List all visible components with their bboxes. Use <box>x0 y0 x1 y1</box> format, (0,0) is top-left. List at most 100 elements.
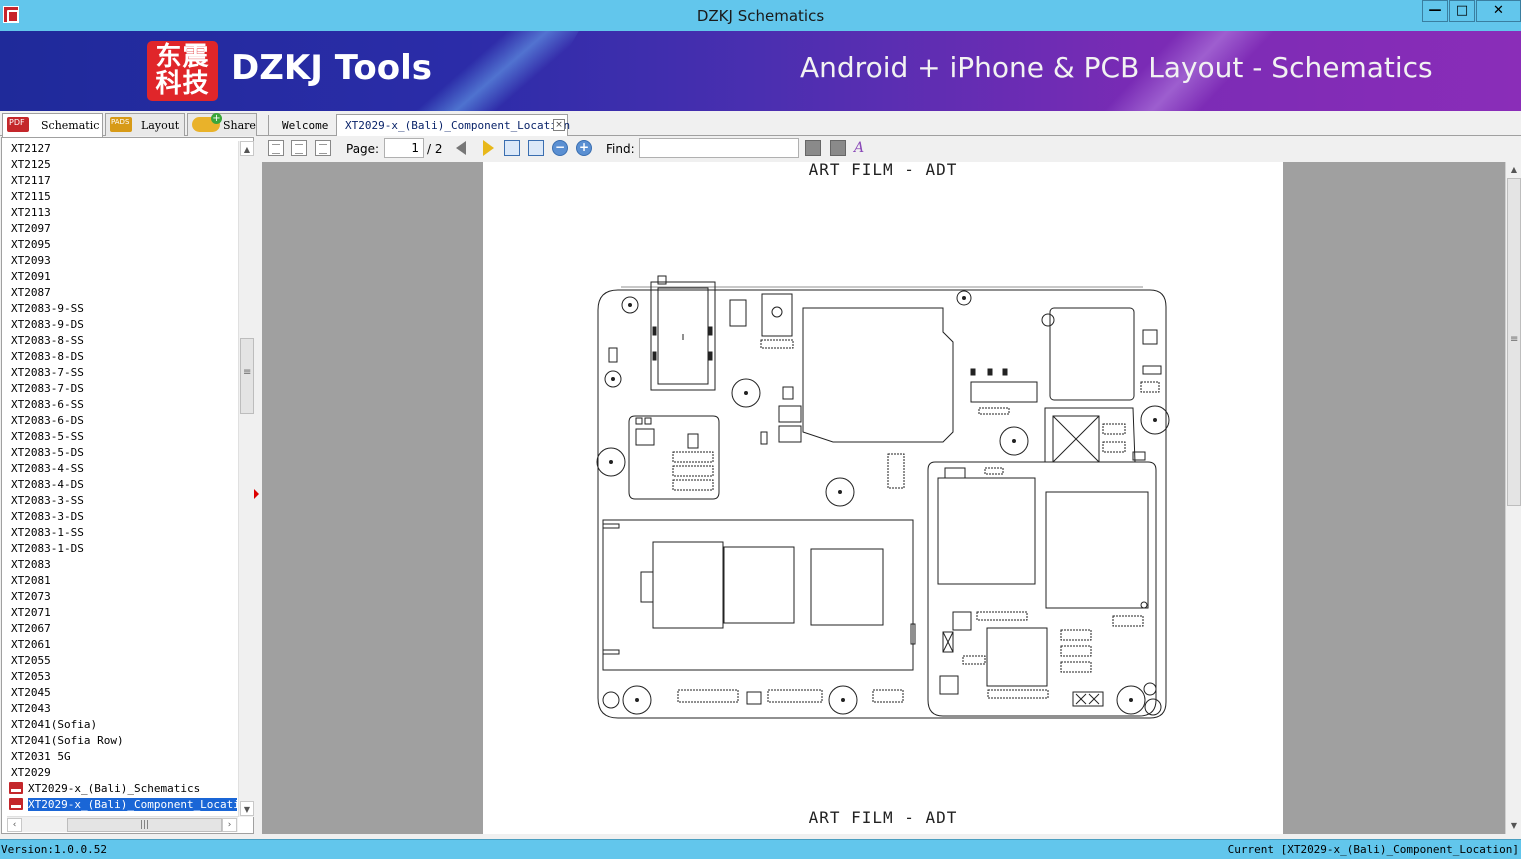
brand-tagline: Android + iPhone & PCB Layout - Schemati… <box>800 51 1433 84</box>
list-item[interactable]: XT2053 <box>2 669 237 685</box>
list-item-label: XT2083-6-DS <box>11 414 84 427</box>
list-item[interactable]: XT2081 <box>2 573 237 589</box>
next-page-icon[interactable] <box>483 140 494 156</box>
list-item[interactable]: XT2083-8-DS <box>2 349 237 365</box>
list-item[interactable]: XT2083-7-SS <box>2 365 237 381</box>
scroll-left-arrow-icon[interactable]: ‹ <box>7 818 22 832</box>
model-list[interactable]: XT2127 XT2125 XT2117 XT2115 XT2113 XT2097 XT20… <box>2 141 237 817</box>
list-item[interactable]: XT2095 <box>2 237 237 253</box>
page-number-input[interactable]: 1 <box>384 138 424 158</box>
list-item-label: XT2043 <box>11 702 51 715</box>
list-item[interactable]: XT2083-7-DS <box>2 381 237 397</box>
tab-schematic[interactable]: Schematic <box>2 113 103 137</box>
tab-welcome[interactable]: Welcome <box>268 115 336 136</box>
list-item[interactable]: XT2115 <box>2 189 237 205</box>
find-next-icon[interactable] <box>830 140 846 156</box>
list-item[interactable]: XT2061 <box>2 637 237 653</box>
tab-layout-label: Layout <box>141 119 180 132</box>
fit-width-icon[interactable] <box>504 140 520 156</box>
close-tab-icon[interactable]: × <box>553 119 565 131</box>
list-item-label: XT2081 <box>11 574 51 587</box>
list-item[interactable]: XT2083 <box>2 557 237 573</box>
tab-share[interactable]: Share <box>187 113 257 136</box>
panel-splitter-arrow-icon[interactable] <box>254 489 259 499</box>
list-item-label: XT2097 <box>11 222 51 235</box>
scroll-right-arrow-icon[interactable]: › <box>222 818 237 832</box>
open-document-icon[interactable] <box>268 140 284 156</box>
list-item[interactable]: XT2031 5G <box>2 749 237 765</box>
list-item-label: XT2041(Sofia) <box>11 718 98 731</box>
zoom-out-icon[interactable]: − <box>552 140 568 156</box>
page-label: Page: <box>346 142 380 156</box>
find-input[interactable] <box>639 138 799 158</box>
list-item-label: XT2125 <box>11 158 51 171</box>
viewer-scrollbar-thumb[interactable] <box>1507 178 1521 506</box>
list-item[interactable]: XT2071 <box>2 605 237 621</box>
list-item[interactable]: XT2067 <box>2 621 237 637</box>
maximize-button[interactable]: □ <box>1449 0 1475 22</box>
file-item[interactable]: XT2029-x_(Bali)_Component_Location <box>2 797 237 813</box>
list-item-label: XT2083-1-SS <box>11 526 84 539</box>
sidebar-vertical-scrollbar[interactable]: ▲ ▼ <box>238 141 254 817</box>
list-item[interactable]: XT2041(Sofia Row) <box>2 733 237 749</box>
copy-page-icon[interactable] <box>291 140 307 156</box>
list-item-label: XT2087 <box>11 286 51 299</box>
list-item[interactable]: XT2041(Sofia) <box>2 717 237 733</box>
list-item[interactable]: XT2087 <box>2 285 237 301</box>
list-item-label: XT2093 <box>11 254 51 267</box>
scroll-up-arrow-icon[interactable]: ▲ <box>1507 162 1521 177</box>
model-list-panel: XT2127 XT2125 XT2117 XT2115 XT2113 XT2097 XT20… <box>1 137 254 834</box>
scrollbar-thumb[interactable] <box>240 338 254 414</box>
list-item[interactable]: XT2029 <box>2 765 237 781</box>
list-item[interactable]: XT2083-4-SS <box>2 461 237 477</box>
tab-current-document[interactable]: XT2029-x_(Bali)_Component_Location × <box>336 114 571 136</box>
fit-page-icon[interactable] <box>528 140 544 156</box>
list-item[interactable]: XT2117 <box>2 173 237 189</box>
list-item[interactable]: XT2083-4-DS <box>2 477 237 493</box>
pages-icon[interactable] <box>315 140 331 156</box>
list-item[interactable]: XT2045 <box>2 685 237 701</box>
list-item-label: XT2053 <box>11 670 51 683</box>
list-item[interactable]: XT2083-8-SS <box>2 333 237 349</box>
tab-layout[interactable]: Layout <box>105 113 185 136</box>
highlight-text-icon[interactable]: A <box>854 140 870 156</box>
list-item[interactable]: XT2083-6-SS <box>2 397 237 413</box>
list-item[interactable]: XT2113 <box>2 205 237 221</box>
file-item[interactable]: XT2029-x_(Bali)_Schematics <box>2 781 237 797</box>
list-item[interactable]: XT2043 <box>2 701 237 717</box>
list-item[interactable]: XT2083-9-SS <box>2 301 237 317</box>
list-item[interactable]: XT2083-1-SS <box>2 525 237 541</box>
find-previous-icon[interactable] <box>805 140 821 156</box>
list-item[interactable]: XT2083-6-DS <box>2 413 237 429</box>
list-item[interactable]: XT2093 <box>2 253 237 269</box>
list-item-label: XT2083-4-DS <box>11 478 84 491</box>
document-viewer[interactable]: ART FILM - ADT ART FILM - ADT <box>262 162 1505 834</box>
list-item[interactable]: XT2083-1-DS <box>2 541 237 557</box>
list-item[interactable]: XT2083-9-DS <box>2 317 237 333</box>
list-item[interactable]: XT2083-3-DS <box>2 509 237 525</box>
list-item[interactable]: XT2125 <box>2 157 237 173</box>
scroll-up-arrow-icon[interactable]: ▲ <box>240 141 254 156</box>
minimize-button[interactable]: — <box>1422 0 1448 22</box>
close-window-button[interactable]: ✕ <box>1476 0 1521 22</box>
list-item[interactable]: XT2083-5-DS <box>2 445 237 461</box>
viewer-vertical-scrollbar[interactable]: ▲ ▼ <box>1505 162 1521 834</box>
list-item[interactable]: XT2127 <box>2 141 237 157</box>
tab-current-document-label: XT2029-x_(Bali)_Component_Location <box>345 119 571 132</box>
list-item[interactable]: XT2083-3-SS <box>2 493 237 509</box>
list-item[interactable]: XT2055 <box>2 653 237 669</box>
list-item[interactable]: XT2083-5-SS <box>2 429 237 445</box>
scrollbar-thumb[interactable]: ||| <box>67 818 222 832</box>
version-text: Version:1.0.0.52 <box>1 843 107 856</box>
list-item[interactable]: XT2073 <box>2 589 237 605</box>
zoom-in-icon[interactable]: + <box>576 140 592 156</box>
list-item-label: XT2083-9-SS <box>11 302 84 315</box>
scroll-down-arrow-icon[interactable]: ▼ <box>1507 818 1521 833</box>
list-item[interactable]: XT2091 <box>2 269 237 285</box>
list-item[interactable]: XT2097 <box>2 221 237 237</box>
scroll-down-arrow-icon[interactable]: ▼ <box>240 801 254 816</box>
pdf-icon <box>7 117 29 132</box>
previous-page-icon[interactable] <box>456 141 466 155</box>
sidebar-horizontal-scrollbar[interactable]: ‹ ||| › <box>7 816 238 832</box>
list-item-label: XT2031 5G <box>11 750 71 763</box>
